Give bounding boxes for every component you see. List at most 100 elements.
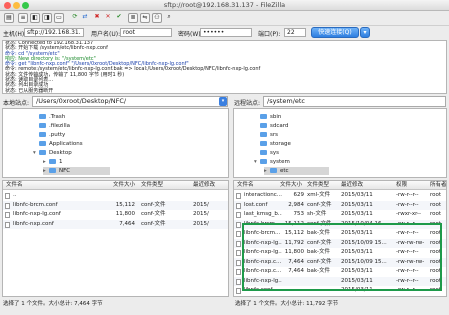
remote-path-field[interactable]: /system/etc — [263, 96, 446, 107]
folder-icon — [49, 168, 56, 173]
toggle-remote-tree-icon[interactable]: ◨ — [42, 13, 52, 23]
file-icon — [236, 269, 241, 275]
local-file-row[interactable]: .. — [3, 191, 228, 201]
remote-file-row[interactable]: last_kmsg_b... 753 sh-文件 2015/03/11 -rwxr-xr… — [234, 210, 446, 220]
filter-icon[interactable]: ⇋ — [140, 13, 150, 23]
local-file-list[interactable]: 文件名 文件大小 文件类型 最近修改 .. libnfc-brcm.conf 15,… — [2, 180, 229, 297]
file-icon — [236, 221, 241, 228]
folder-icon — [39, 141, 46, 146]
remote-tree-item[interactable]: sys — [254, 149, 279, 157]
remote-cell-size: 629 — [293, 192, 305, 198]
remote-tree-label: srs — [270, 132, 278, 138]
port-field[interactable]: 22 — [284, 28, 306, 37]
remote-dir-tree[interactable]: sbin sdcard srs storage sys ▾ system ▸ etc — [233, 108, 447, 178]
remote-cell-owner: root — [430, 201, 442, 208]
remote-file-list[interactable]: 文件名 文件大小 文件类型 最近修改 权限 所有者 interactionc..… — [233, 180, 447, 297]
compare-icon[interactable]: ≣ — [128, 13, 138, 23]
local-col-modified[interactable]: 最近修改 — [193, 181, 215, 190]
remote-tree-item[interactable]: ▸ etc — [264, 167, 329, 175]
remote-col-type[interactable]: 文件类型 — [307, 181, 329, 190]
folder-icon — [39, 150, 46, 155]
local-cell-date: 2015/ — [193, 201, 209, 208]
remote-tree-item[interactable]: storage — [254, 140, 291, 148]
local-path-field[interactable]: /Users/0xroot/Desktop/NFC/ — [32, 96, 228, 107]
local-file-row[interactable]: libnfc-nxp.conf 7,464 conf-文件 2015/ — [3, 219, 228, 229]
local-col-size[interactable]: 文件大小 — [113, 181, 135, 190]
sync-browse-icon[interactable]: ⚇ — [152, 13, 162, 23]
remote-tree-item[interactable]: sbin — [254, 113, 281, 121]
quick-connect-button[interactable]: 快速连接(Q) — [311, 27, 359, 38]
disconnect-icon[interactable]: ✕ — [103, 13, 113, 23]
folder-icon — [260, 114, 267, 119]
local-tree-item[interactable]: .Trash — [33, 113, 65, 121]
local-list-header: 文件名 文件大小 文件类型 最近修改 — [3, 181, 228, 190]
local-tree-label: NFC — [59, 168, 71, 174]
folder-icon — [260, 132, 267, 137]
toggle-queue-icon[interactable]: ▭ — [54, 13, 64, 23]
local-tree-item[interactable]: ▸ 1 — [43, 158, 63, 166]
local-cell-date: 2015/ — [193, 211, 209, 217]
local-tree-item[interactable]: .putty — [33, 131, 65, 139]
password-label: 密码(W): — [178, 31, 203, 38]
remote-col-permissions[interactable]: 权限 — [396, 181, 407, 190]
message-log[interactable]: 状态: Connected to 192.168.31.137 状态: 开始下载 … — [2, 40, 447, 94]
local-file-row[interactable]: libnfc-nxp-lg.conf 11,800 conf-文件 2015/ — [3, 210, 228, 220]
refresh-icon[interactable]: ⟳ — [70, 13, 80, 23]
local-tree-item[interactable]: .filezilla — [33, 122, 70, 130]
user-label: 用户名(U): — [91, 31, 121, 38]
toggle-log-icon[interactable]: ≡ — [18, 13, 28, 23]
host-field[interactable]: sftp://192.168.31. — [24, 28, 84, 37]
search-icon[interactable]: ⌕ — [164, 13, 174, 23]
file-icon — [236, 202, 241, 209]
remote-file-row[interactable]: lost.conf 2,984 conf-文件 2015/03/11 -rw-r--r-… — [234, 200, 446, 210]
remote-col-modified[interactable]: 最近修改 — [341, 181, 363, 190]
remote-tree-label: etc — [280, 168, 289, 174]
username-field[interactable]: root — [120, 28, 172, 37]
local-path-dropdown-icon[interactable]: ▾ — [219, 97, 227, 106]
local-col-name[interactable]: 文件名 — [6, 181, 23, 190]
local-cell-date: 2015/ — [193, 220, 209, 227]
local-cell-name: libnfc-nxp-lg.conf — [13, 211, 61, 217]
remote-tree-item[interactable]: ▾ system — [254, 158, 290, 166]
folder-icon — [39, 132, 46, 137]
cancel-icon[interactable]: ✖ — [92, 13, 102, 23]
file-icon — [236, 240, 241, 247]
file-icon — [236, 259, 241, 266]
local-cell-name: .. — [13, 192, 17, 198]
local-col-type[interactable]: 文件类型 — [141, 181, 163, 190]
remote-cell-perm: -rwxr-xr-- — [396, 211, 422, 217]
remote-tree-item[interactable]: srs — [254, 131, 278, 139]
quick-connect-dropdown-button[interactable]: ▾ — [360, 27, 370, 38]
local-dir-tree[interactable]: .Trash .filezilla .putty Applications ▾ Deskt… — [2, 108, 229, 178]
remote-col-size[interactable]: 文件大小 — [280, 181, 302, 190]
remote-tree-label: sys — [270, 150, 279, 156]
file-icon — [5, 221, 10, 228]
window-title: sftp://root@192.168.31.137 - FileZilla — [163, 1, 286, 9]
local-cell-name: libnfc-brcm.conf — [13, 201, 58, 208]
local-tree-label: Desktop — [49, 150, 72, 156]
local-cell-type: conf-文件 — [141, 220, 166, 227]
folder-icon — [260, 159, 267, 164]
log-line: 状态: 已从服务器断开 — [5, 87, 54, 94]
local-tree-item[interactable]: Applications — [33, 140, 83, 148]
remote-col-name[interactable]: 文件名 — [237, 181, 254, 190]
site-manager-icon[interactable]: ▤ — [4, 13, 14, 23]
remote-tree-item[interactable]: sdcard — [254, 122, 288, 130]
remote-cell-owner: root — [430, 192, 442, 198]
local-tree-item[interactable]: ▸ NFC — [43, 167, 111, 175]
remote-file-row[interactable]: interactionc... 629 xml-文件 2015/03/11 -rw-r-… — [234, 191, 446, 201]
password-field[interactable]: •••••• — [200, 28, 252, 37]
remote-cell-size: 2,984 — [288, 201, 304, 208]
local-file-row[interactable]: libnfc-brcm.conf 15,112 conf-文件 2015/ — [3, 200, 228, 210]
remote-col-owner[interactable]: 所有者 — [430, 181, 446, 190]
toolbar: ▤ ≡ ◧ ◨ ▭ ⟳ ⇄ ✖ ✕ ✔ ≣ ⇋ ⚇ ⌕ — [0, 11, 449, 26]
reconnect-icon[interactable]: ✔ — [114, 13, 124, 23]
toggle-tree-icon[interactable]: ◧ — [30, 13, 40, 23]
local-tree-item[interactable]: ▾ Desktop — [33, 149, 72, 157]
local-tree-label: .filezilla — [49, 123, 70, 129]
remote-cell-type: conf-文件 — [307, 201, 332, 208]
local-status: 选择了 1 个文件。大小总计: 7,464 字节 — [3, 301, 103, 307]
remote-cell-perm: -rw-r--r-- — [396, 192, 419, 198]
process-queue-icon[interactable]: ⇄ — [80, 13, 90, 23]
remote-cell-size: 753 — [293, 211, 305, 217]
